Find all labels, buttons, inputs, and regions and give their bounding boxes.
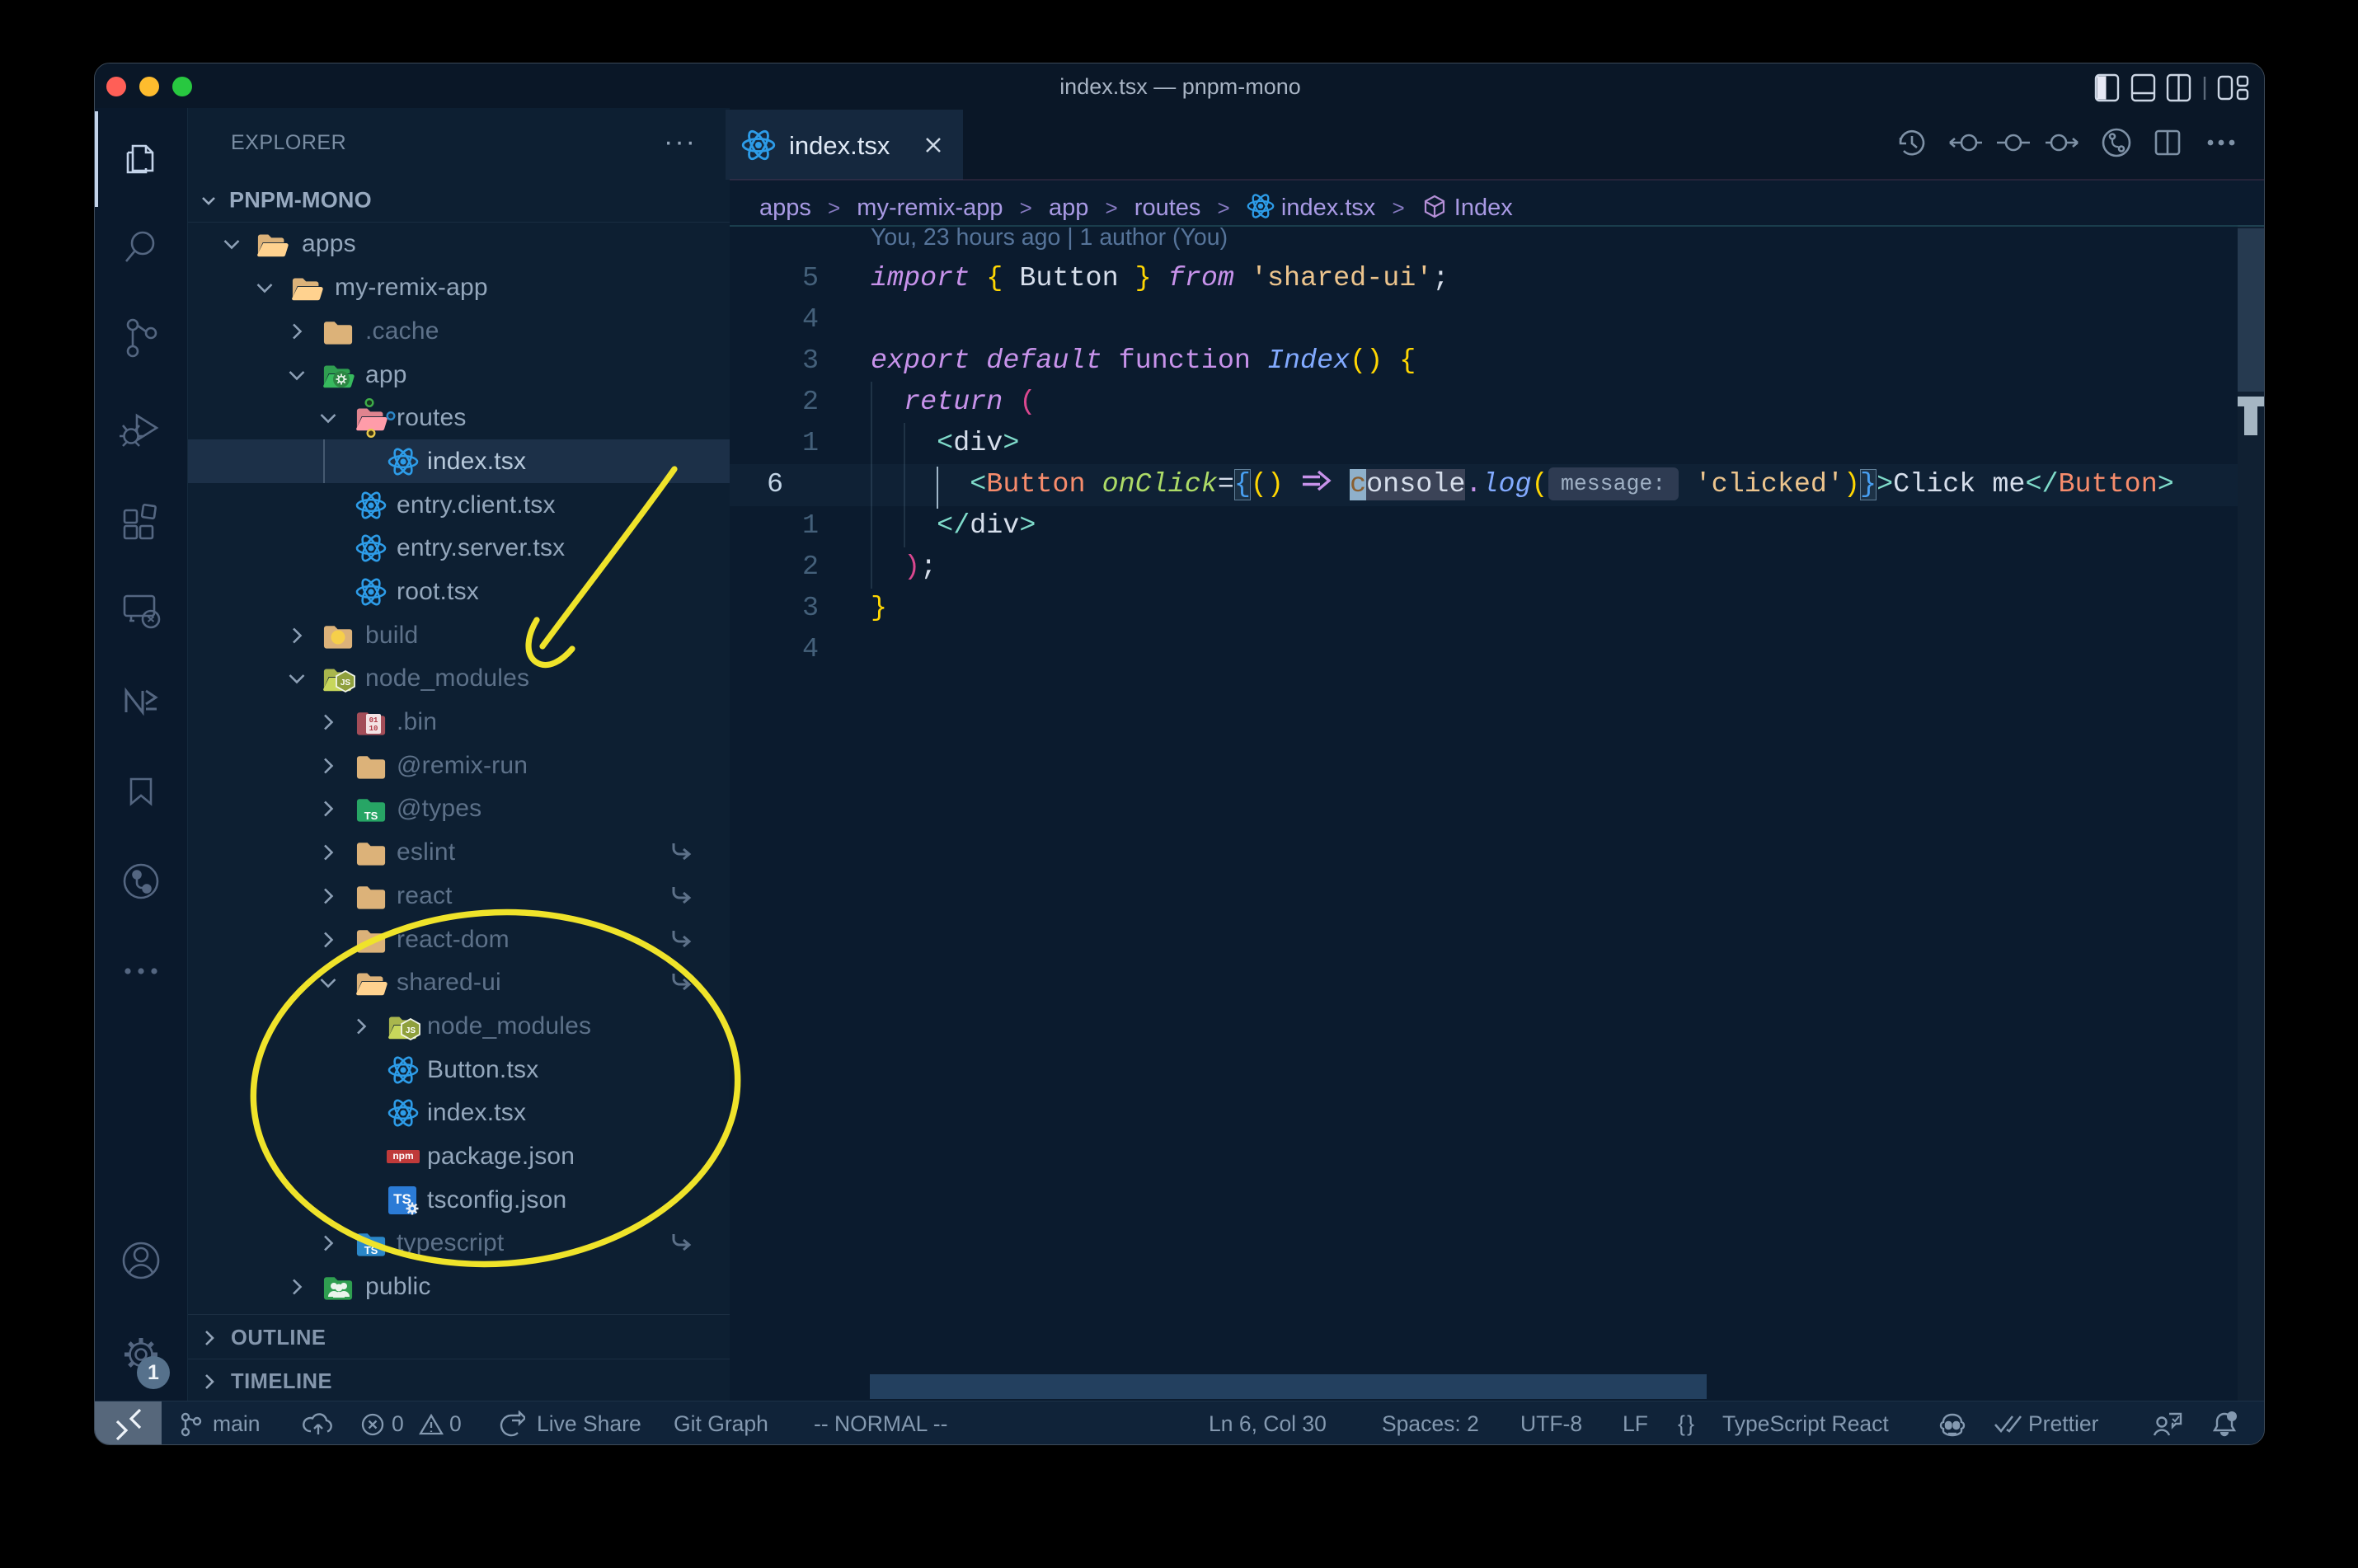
svg-text:10: 10 (369, 725, 378, 733)
svg-text:01: 01 (369, 716, 378, 725)
svg-text:JS: JS (406, 1026, 416, 1035)
svg-text:JS: JS (341, 678, 351, 688)
